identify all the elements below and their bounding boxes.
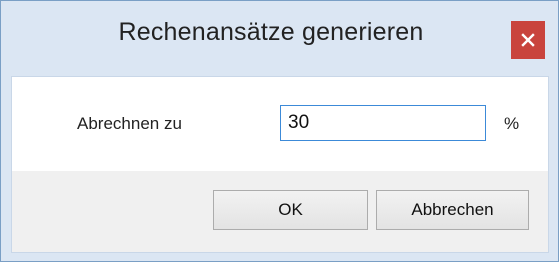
cancel-button[interactable]: Abbrechen [376, 190, 529, 230]
dialog-window: Rechenansätze generieren Abrechnen zu % … [0, 0, 559, 262]
dialog-content: Abrechnen zu % OK Abbrechen [11, 76, 549, 253]
close-button[interactable] [511, 21, 545, 59]
percent-unit-label: % [504, 114, 520, 133]
title-bar[interactable]: Rechenansätze generieren [1, 1, 558, 75]
button-bar: OK Abbrechen [12, 171, 548, 252]
percentage-input[interactable] [280, 105, 486, 141]
dialog-title: Rechenansätze generieren [118, 18, 424, 46]
billing-label: Abrechnen zu [77, 114, 182, 133]
ok-button[interactable]: OK [213, 190, 368, 230]
close-icon [521, 33, 535, 47]
